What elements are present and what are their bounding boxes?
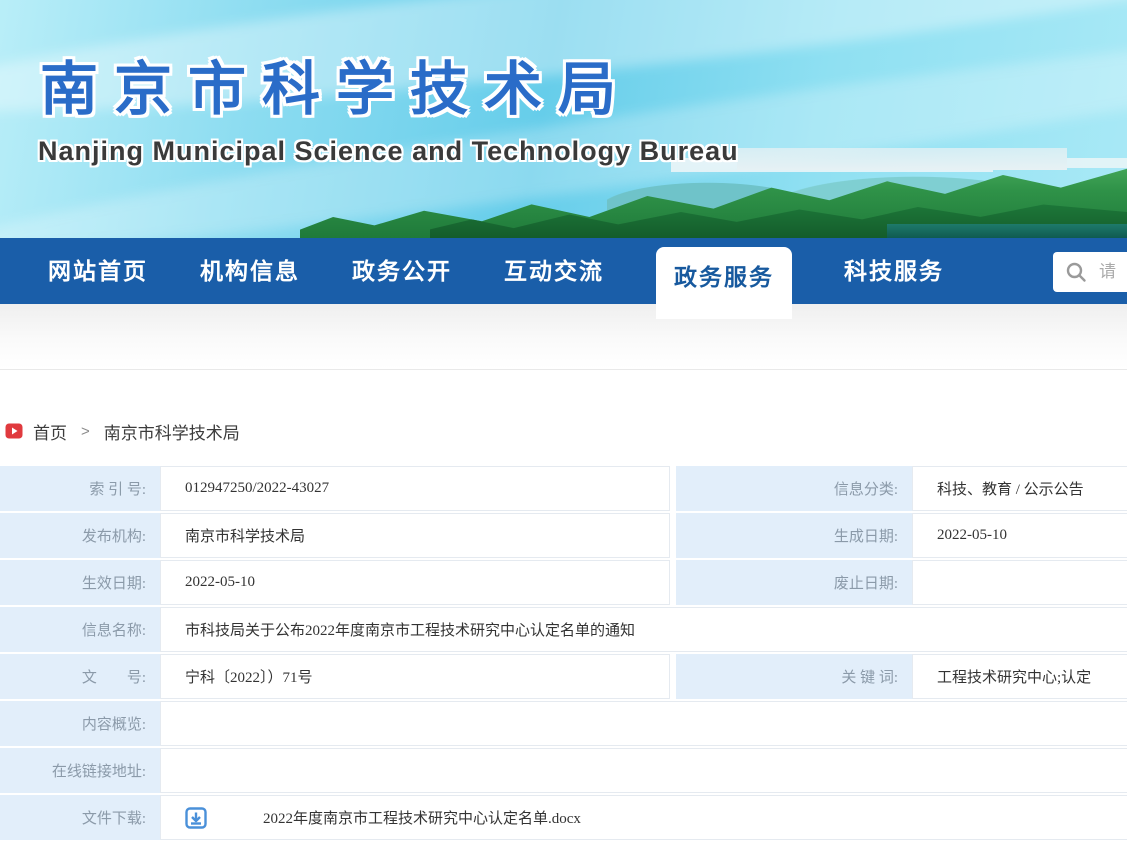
nav-item-organization[interactable]: 机构信息 (200, 238, 300, 304)
breadcrumb-separator: > (81, 423, 90, 440)
field-label-doc-no: 文 号: (0, 654, 160, 699)
nav-item-interaction[interactable]: 互动交流 (504, 238, 604, 304)
nav-item-gov-services-active[interactable]: 政务服务 (656, 247, 792, 319)
download-file-link[interactable]: 2022年度南京市工程技术研究中心认定名单.docx (263, 807, 581, 828)
city-skyline-graphic (737, 148, 1067, 170)
field-label-publisher: 发布机构: (0, 513, 160, 558)
nav-sub-strip (0, 304, 1127, 370)
field-value-info-name: 市科技局关于公布2022年度南京市工程技术研究中心认定名单的通知 (160, 607, 1127, 652)
field-label-info-category: 信息分类: (676, 466, 912, 511)
field-value-repeal-date (912, 560, 1127, 605)
breadcrumb: 首页 > 南京市科学技术局 (5, 420, 1127, 442)
field-value-info-category: 科技、教育 / 公示公告 (912, 466, 1127, 511)
field-label-file-download: 文件下载: (0, 795, 160, 840)
field-value-doc-no: 宁科〔2022〕）71号 (160, 654, 670, 699)
field-label-content-overview: 内容概览: (0, 701, 160, 746)
search-box[interactable] (1053, 252, 1127, 292)
field-label-info-name: 信息名称: (0, 607, 160, 652)
field-value-online-link (160, 748, 1127, 793)
field-label-create-date: 生成日期: (676, 513, 912, 558)
field-label-repeal-date: 废止日期: (676, 560, 912, 605)
field-label-online-link: 在线链接地址: (0, 748, 160, 793)
field-label-index-no: 索 引 号: (0, 466, 160, 511)
download-icon[interactable] (185, 807, 207, 829)
field-value-effective-date: 2022-05-10 (160, 560, 670, 605)
field-value-content-overview (160, 701, 1127, 746)
breadcrumb-home-link[interactable]: 首页 (33, 419, 67, 444)
nav-item-tech-services[interactable]: 科技服务 (844, 238, 944, 304)
field-label-effective-date: 生效日期: (0, 560, 160, 605)
search-input[interactable] (1099, 262, 1127, 282)
field-label-keywords: 关 键 词: (676, 654, 912, 699)
nav-item-gov-disclosure[interactable]: 政务公开 (352, 238, 452, 304)
site-title-chinese: 南京市科学技术局 (40, 42, 632, 126)
main-navigation: 网站首页 机构信息 政务公开 互动交流 政务服务 科技服务 (0, 238, 1127, 304)
water-graphic (887, 224, 1127, 238)
search-icon[interactable] (1065, 261, 1087, 283)
document-info-table: 索 引 号: 012947250/2022-43027 信息分类: 科技、教育 … (0, 466, 1127, 840)
field-value-publisher: 南京市科学技术局 (160, 513, 670, 558)
field-value-file-download: 2022年度南京市工程技术研究中心认定名单.docx (160, 795, 1127, 840)
breadcrumb-play-icon (5, 422, 23, 440)
breadcrumb-current-link[interactable]: 南京市科学技术局 (104, 419, 240, 444)
header-banner: 南京市科学技术局 Nanjing Municipal Science and T… (0, 0, 1127, 238)
field-value-index-no: 012947250/2022-43027 (160, 466, 670, 511)
field-value-keywords: 工程技术研究中心;认定 (912, 654, 1127, 699)
site-title-english: Nanjing Municipal Science and Technology… (38, 136, 739, 167)
field-value-create-date: 2022-05-10 (912, 513, 1127, 558)
nav-item-home[interactable]: 网站首页 (48, 238, 148, 304)
